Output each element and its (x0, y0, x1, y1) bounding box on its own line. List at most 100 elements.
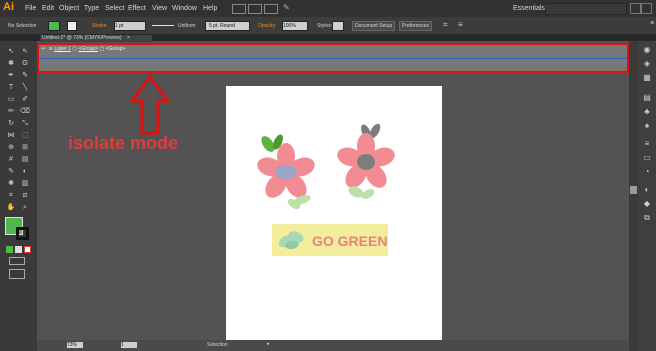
annotation-arrow (129, 75, 171, 135)
crumb-group-1[interactable]: <Group> (78, 46, 98, 52)
eraser-tool-icon[interactable]: ⌫ (19, 107, 31, 116)
menu-effect[interactable]: Effect (128, 5, 146, 12)
none-mode-icon[interactable] (24, 246, 31, 253)
color-mode-icon[interactable] (6, 246, 13, 253)
color-guide-icon[interactable]: ◈ (640, 59, 654, 69)
stroke-profile[interactable]: Uniform (178, 23, 196, 29)
flower-grey-center[interactable] (330, 122, 402, 204)
slice-tool-icon[interactable]: ⧄ (19, 191, 31, 200)
curvature-tool-icon[interactable]: ✎ (19, 71, 31, 80)
color-panel-icon[interactable]: ◉ (640, 45, 654, 55)
gradient-mode-icon[interactable] (15, 246, 22, 253)
gradient-panel-icon[interactable]: ▭ (640, 153, 654, 163)
align-icon[interactable]: ≡ (458, 20, 463, 29)
screen-mode-icon[interactable] (9, 269, 25, 279)
back-arrow-icon[interactable]: ⇦ (41, 46, 45, 52)
vertical-scrollbar[interactable] (629, 41, 638, 351)
arrange-documents-icon[interactable] (264, 4, 278, 14)
bridge-icon[interactable] (232, 4, 246, 14)
blend-tool-icon[interactable]: ◐ (19, 167, 31, 176)
free-transform-tool-icon[interactable]: ⬚ (19, 131, 31, 140)
eyedropper-tool-icon[interactable]: ✎ (5, 167, 17, 176)
menu-view[interactable]: View (152, 5, 167, 12)
close-tab-icon[interactable]: × (127, 35, 130, 41)
page-field[interactable]: 1 (121, 342, 137, 348)
type-tool-icon[interactable]: T (5, 83, 17, 92)
minimize-icon[interactable] (630, 3, 641, 14)
menu-window[interactable]: Window (172, 5, 197, 12)
zoom-tool-icon[interactable]: ⌕ (19, 203, 31, 212)
brush-field[interactable]: 5 pt. Round (205, 21, 250, 31)
symbol-sprayer-tool-icon[interactable]: ✺ (5, 179, 17, 188)
transparency-icon[interactable]: ◔ (640, 167, 654, 177)
layers-icon[interactable]: ◆ (640, 199, 654, 209)
rotate-tool-icon[interactable]: ↻ (5, 119, 17, 128)
document-setup-button[interactable]: Document Setup (352, 21, 396, 31)
paintbrush-tool-icon[interactable]: ✐ (19, 95, 31, 104)
search-input[interactable] (545, 3, 627, 15)
column-graph-tool-icon[interactable]: ▥ (19, 179, 31, 188)
zoom-field[interactable]: 73% (67, 342, 83, 348)
menu-select[interactable]: Select (105, 5, 124, 12)
menu-type[interactable]: Type (84, 5, 99, 12)
styles-label: Styles: (317, 23, 333, 29)
rectangle-tool-icon[interactable]: ▭ (5, 95, 17, 104)
preferences-button[interactable]: Preferences (399, 21, 432, 31)
maximize-icon[interactable] (641, 3, 652, 14)
width-tool-icon[interactable]: ⋈ (5, 131, 17, 140)
menu-file[interactable]: File (25, 5, 36, 12)
brushes-icon[interactable]: ▤ (640, 93, 654, 103)
isolate-icon[interactable]: ⌗ (443, 20, 448, 30)
group-icon-2: ▢ (99, 46, 105, 52)
app-logo: Ai (3, 1, 14, 13)
line-tool-icon[interactable]: ╲ (19, 83, 31, 92)
isolation-breadcrumb: ⇦ ≋ Layer 1 ▢ <Group> ▢ <Group> (41, 46, 125, 52)
stroke-label[interactable]: Stroke: (92, 23, 108, 29)
symbols-icon[interactable]: ♣ (640, 107, 654, 117)
gpu-icon[interactable]: ✎ (283, 3, 290, 12)
direct-selection-tool-icon[interactable]: ⇖ (19, 47, 31, 56)
lasso-tool-icon[interactable]: ʘ (19, 59, 31, 68)
menu-object[interactable]: Object (59, 5, 79, 12)
document-tab[interactable]: Untitled-2* @ 73% (CMYK/Preview) × (40, 35, 152, 42)
stroke-profile-line (152, 25, 174, 26)
perspective-grid-tool-icon[interactable]: ⊞ (19, 143, 31, 152)
panel-menu-icon[interactable]: ≡ (650, 20, 654, 27)
flower-blue-center[interactable] (250, 130, 322, 210)
stroke-panel-icon[interactable]: ≡ (640, 139, 654, 149)
opacity-label[interactable]: Opacity: (258, 23, 276, 29)
crumb-layer[interactable]: Layer 1 (54, 46, 71, 52)
isolation-mode-bar: ⇦ ≋ Layer 1 ▢ <Group> ▢ <Group> (37, 43, 629, 73)
stroke-swatch[interactable] (67, 21, 77, 31)
fill-swatch[interactable] (48, 21, 60, 31)
status-mode[interactable]: Selection (207, 342, 228, 348)
stroke-color-icon[interactable] (16, 227, 29, 240)
pen-tool-icon[interactable]: ✒ (5, 71, 17, 80)
stock-icon[interactable] (248, 4, 262, 14)
status-arrow-icon[interactable]: ▸ (267, 341, 270, 347)
artboards-icon[interactable]: ⧉ (640, 213, 654, 223)
magic-wand-tool-icon[interactable]: ✱ (5, 59, 17, 68)
shape-builder-tool-icon[interactable]: ⊕ (5, 143, 17, 152)
scroll-thumb[interactable] (630, 186, 637, 194)
crumb-group-2[interactable]: <Group> (106, 46, 126, 52)
menu-help[interactable]: Help (203, 5, 217, 12)
swatches-icon[interactable]: ▦ (640, 73, 654, 83)
appearance-icon[interactable]: ◐ (640, 185, 654, 195)
mesh-tool-icon[interactable]: # (5, 155, 17, 164)
pencil-tool-icon[interactable]: ✏ (5, 107, 17, 116)
gradient-tool-icon[interactable]: ▤ (19, 155, 31, 164)
stroke-weight-field[interactable]: 1 pt (114, 21, 146, 31)
opacity-field[interactable]: 100% (282, 21, 308, 31)
workspace-switcher[interactable]: Essentials (513, 5, 545, 12)
artboard-tool-icon[interactable]: ⌗ (5, 191, 17, 200)
group-icon: ▢ (72, 46, 77, 52)
styles-swatch[interactable] (332, 21, 344, 31)
scale-tool-icon[interactable]: ⤡ (19, 119, 31, 128)
selection-tool-icon[interactable]: ↖ (5, 47, 17, 56)
hand-tool-icon[interactable]: ✋ (5, 203, 17, 212)
graphic-styles-icon[interactable]: ♠ (640, 121, 654, 131)
menu-edit[interactable]: Edit (42, 5, 54, 12)
menu-bar: Ai File Edit Object Type Select Effect V… (0, 0, 656, 17)
draw-mode-icon[interactable] (9, 257, 25, 265)
